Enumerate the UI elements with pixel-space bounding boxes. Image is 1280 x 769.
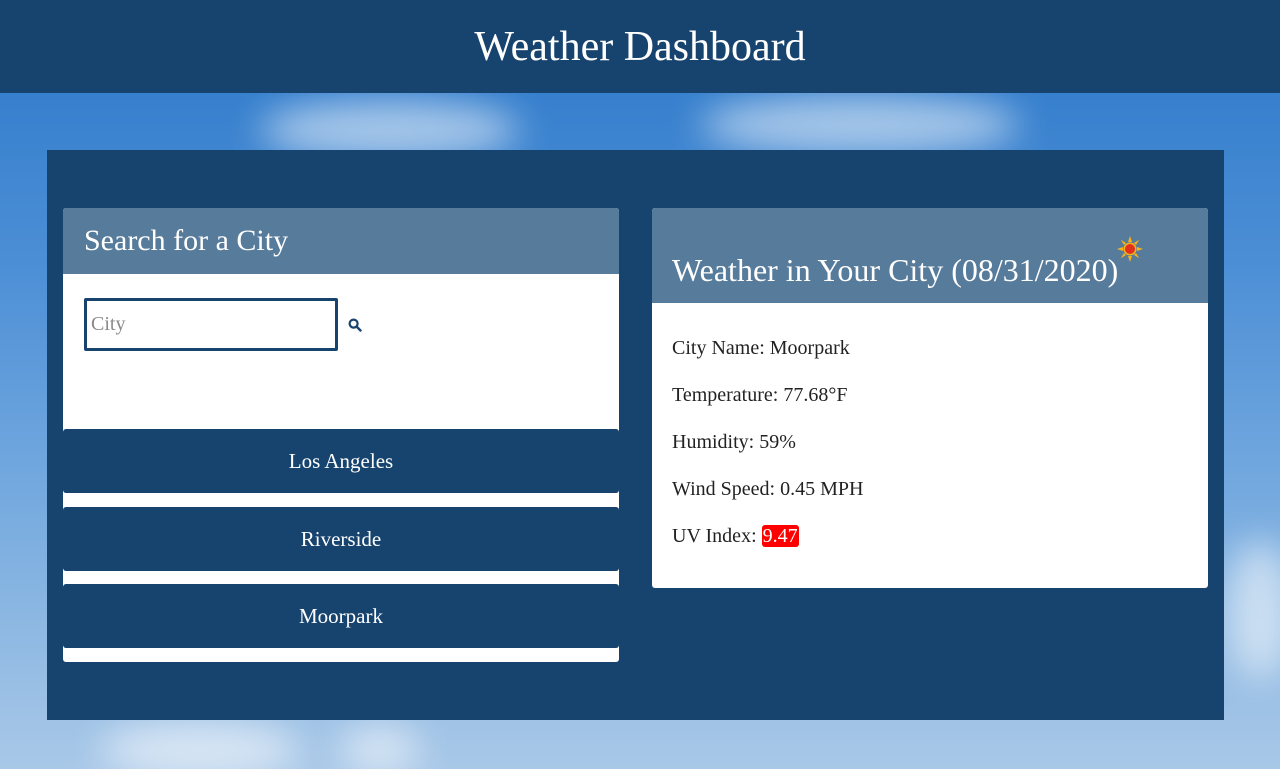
weather-card-title: Weather in Your City (08/31/2020) <box>672 252 1119 288</box>
page-title: Weather Dashboard <box>474 23 806 70</box>
history-city-button-riverside[interactable]: Riverside <box>63 507 619 571</box>
humidity-text: Humidity: 59% <box>672 431 796 453</box>
history-city-button-moorpark[interactable]: Moorpark <box>63 584 619 648</box>
city-name-text: City Name: Moorpark <box>672 337 850 359</box>
search-row <box>84 298 364 351</box>
weather-details: City Name: Moorpark Temperature: 77.68°F… <box>652 303 1208 571</box>
search-icon <box>348 317 362 332</box>
search-button[interactable] <box>346 316 364 334</box>
wind-speed-text: Wind Speed: 0.45 MPH <box>672 478 864 500</box>
weather-card-header: Weather in Your City (08/31/2020) <box>652 208 1208 303</box>
uv-index-label: UV Index: <box>672 525 762 547</box>
search-card-title: Search for a City <box>63 208 619 274</box>
uv-index-row: UV Index: 9.47 <box>672 524 1208 571</box>
uv-index-badge: 9.47 <box>761 525 799 547</box>
app-header: Weather Dashboard <box>0 0 1280 93</box>
sun-icon <box>1117 236 1143 262</box>
city-search-input[interactable] <box>84 298 338 351</box>
history-city-button-los-angeles[interactable]: Los Angeles <box>63 429 619 493</box>
weather-card: Weather in Your City (08/31/2020) City N… <box>652 208 1208 588</box>
main-panel: Search for a City Los Angeles Riverside … <box>47 150 1224 720</box>
temperature-text: Temperature: 77.68°F <box>672 384 848 406</box>
search-card: Search for a City Los Angeles Riverside … <box>63 208 619 662</box>
